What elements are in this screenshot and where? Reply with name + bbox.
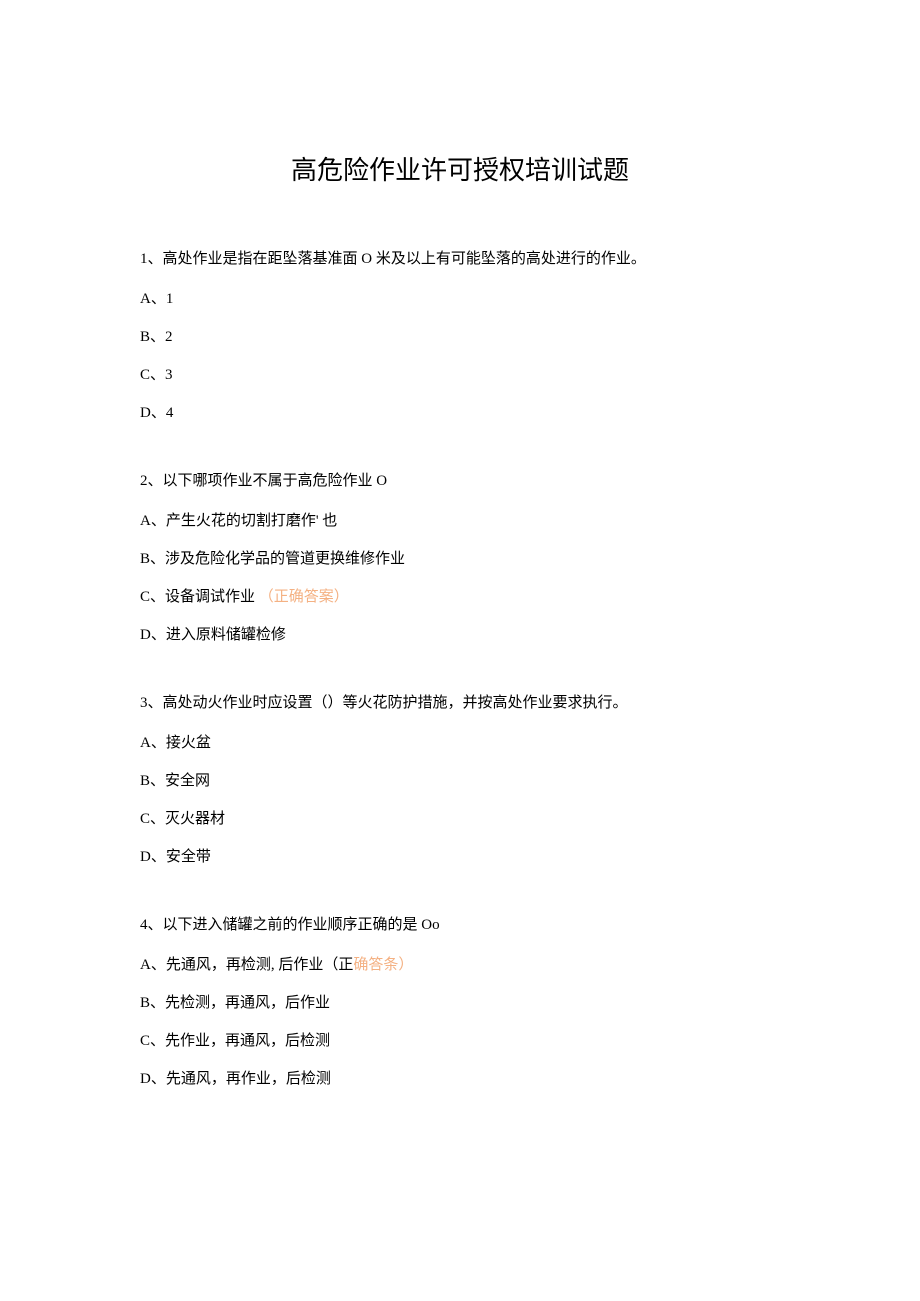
question-3-option-a: A、接火盆 xyxy=(140,731,780,755)
question-1-option-c: C、3 xyxy=(140,363,780,387)
question-4-option-a: A、先通风，再检测, 后作业（正确答条） xyxy=(140,953,780,977)
question-2-option-c: C、设备调试作业 （正确答案） xyxy=(140,585,780,609)
question-1-option-a: A、1 xyxy=(140,287,780,311)
question-2-option-b: B、涉及危险化学品的管道更换维修作业 xyxy=(140,547,780,571)
question-4-option-a-text: A、先通风，再检测, 后作业（正 xyxy=(140,957,353,973)
question-2-stem: 2、以下哪项作业不属于高危险作业 O xyxy=(140,469,780,493)
question-4-option-b: B、先检测，再通风，后作业 xyxy=(140,991,780,1015)
question-1-stem: 1、高处作业是指在距坠落基准面 O 米及以上有可能坠落的高处进行的作业。 xyxy=(140,247,780,271)
question-4-option-c: C、先作业，再通风，后检测 xyxy=(140,1029,780,1053)
question-4-option-d: D、先通风，再作业，后检测 xyxy=(140,1067,780,1091)
question-2-option-c-text: C、设备调试作业 xyxy=(140,589,255,605)
question-2-option-d: D、进入原料储罐检修 xyxy=(140,623,780,647)
question-3-option-d: D、安全带 xyxy=(140,845,780,869)
question-4-stem: 4、以下进入储罐之前的作业顺序正确的是 Oo xyxy=(140,913,780,937)
question-3-option-c: C、灭火器材 xyxy=(140,807,780,831)
question-1-option-b: B、2 xyxy=(140,325,780,349)
question-2-option-c-answer: （正确答案） xyxy=(259,589,349,605)
question-3-stem: 3、高处动火作业时应设置（）等火花防护措施，并按高处作业要求执行。 xyxy=(140,691,780,715)
document-title: 高危险作业许可授权培训试题 xyxy=(140,150,780,187)
question-3-option-b: B、安全网 xyxy=(140,769,780,793)
question-1-option-d: D、4 xyxy=(140,401,780,425)
question-4-option-a-answer: 确答条） xyxy=(353,957,413,973)
question-2-option-a: A、产生火花的切割打磨作' 也 xyxy=(140,509,780,533)
document-page: 高危险作业许可授权培训试题 1、高处作业是指在距坠落基准面 O 米及以上有可能坠… xyxy=(0,0,920,1205)
